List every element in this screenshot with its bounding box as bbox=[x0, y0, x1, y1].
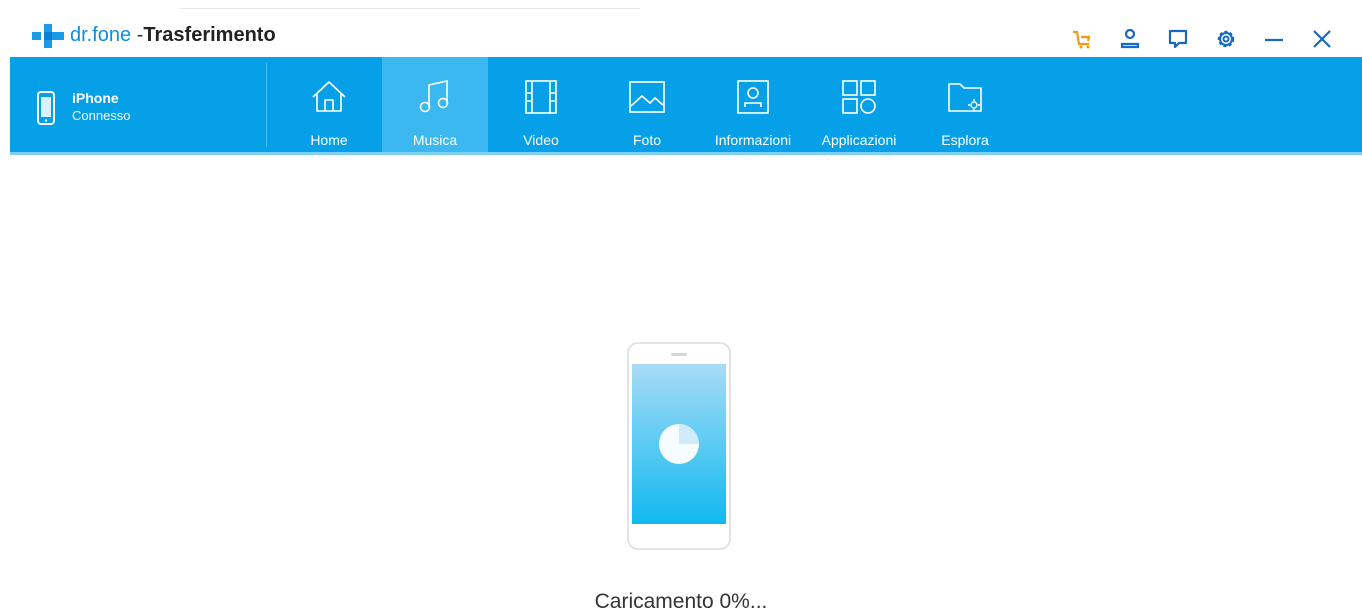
device-status: Connesso bbox=[72, 108, 131, 123]
title-bar: dr.fone -Trasferimento bbox=[0, 10, 1362, 57]
app-title: dr.fone -Trasferimento bbox=[70, 22, 276, 48]
tab-photo[interactable]: Foto bbox=[594, 57, 700, 155]
nav-tabs: Home Musica Video Foto Informazioni Appl… bbox=[276, 57, 1018, 155]
title-separator: - bbox=[131, 24, 144, 46]
minimize-icon[interactable] bbox=[1254, 24, 1294, 54]
tab-explorer-label: Esplora bbox=[941, 132, 989, 148]
device-name: iPhone bbox=[72, 90, 119, 106]
video-icon bbox=[525, 80, 557, 114]
iphone-device-icon bbox=[37, 91, 55, 125]
cart-icon[interactable] bbox=[1062, 24, 1102, 54]
home-icon bbox=[312, 81, 346, 112]
tab-home-label: Home bbox=[310, 132, 348, 148]
tab-music-label: Musica bbox=[412, 132, 458, 148]
main-navbar: iPhone Connesso Home Musica Video Foto I… bbox=[10, 57, 1362, 155]
feedback-icon[interactable] bbox=[1158, 24, 1198, 54]
settings-icon[interactable] bbox=[1206, 24, 1246, 54]
apps-icon bbox=[842, 80, 876, 114]
tab-home[interactable]: Home bbox=[276, 57, 382, 155]
nav-divider bbox=[266, 63, 267, 147]
contacts-icon bbox=[737, 80, 769, 114]
tab-apps[interactable]: Applicazioni bbox=[806, 57, 912, 155]
tab-apps-label: Applicazioni bbox=[821, 132, 897, 148]
tab-video-label: Video bbox=[523, 132, 559, 148]
close-icon[interactable] bbox=[1302, 24, 1342, 54]
photo-icon bbox=[629, 81, 665, 113]
window-controls bbox=[1062, 24, 1342, 54]
top-strip bbox=[0, 0, 1362, 10]
tab-music[interactable]: Musica bbox=[382, 57, 488, 155]
drfone-logo-icon bbox=[32, 24, 64, 48]
navbar-bottom-line bbox=[10, 152, 1362, 155]
tab-explorer[interactable]: Esplora bbox=[912, 57, 1018, 155]
app-brand: dr.fone bbox=[70, 24, 132, 46]
music-icon bbox=[419, 80, 449, 113]
loading-status-text: Caricamento 0%... bbox=[594, 590, 768, 613]
tab-info-label: Informazioni bbox=[714, 132, 792, 148]
app-subtitle: Trasferimento bbox=[143, 24, 276, 46]
tab-photo-label: Foto bbox=[632, 132, 661, 148]
loading-phone-illustration bbox=[627, 342, 731, 550]
tab-info[interactable]: Informazioni bbox=[700, 57, 806, 155]
explorer-icon bbox=[948, 83, 982, 112]
user-icon[interactable] bbox=[1110, 24, 1150, 54]
tab-video[interactable]: Video bbox=[488, 57, 594, 155]
device-selector[interactable]: iPhone Connesso bbox=[36, 89, 131, 125]
